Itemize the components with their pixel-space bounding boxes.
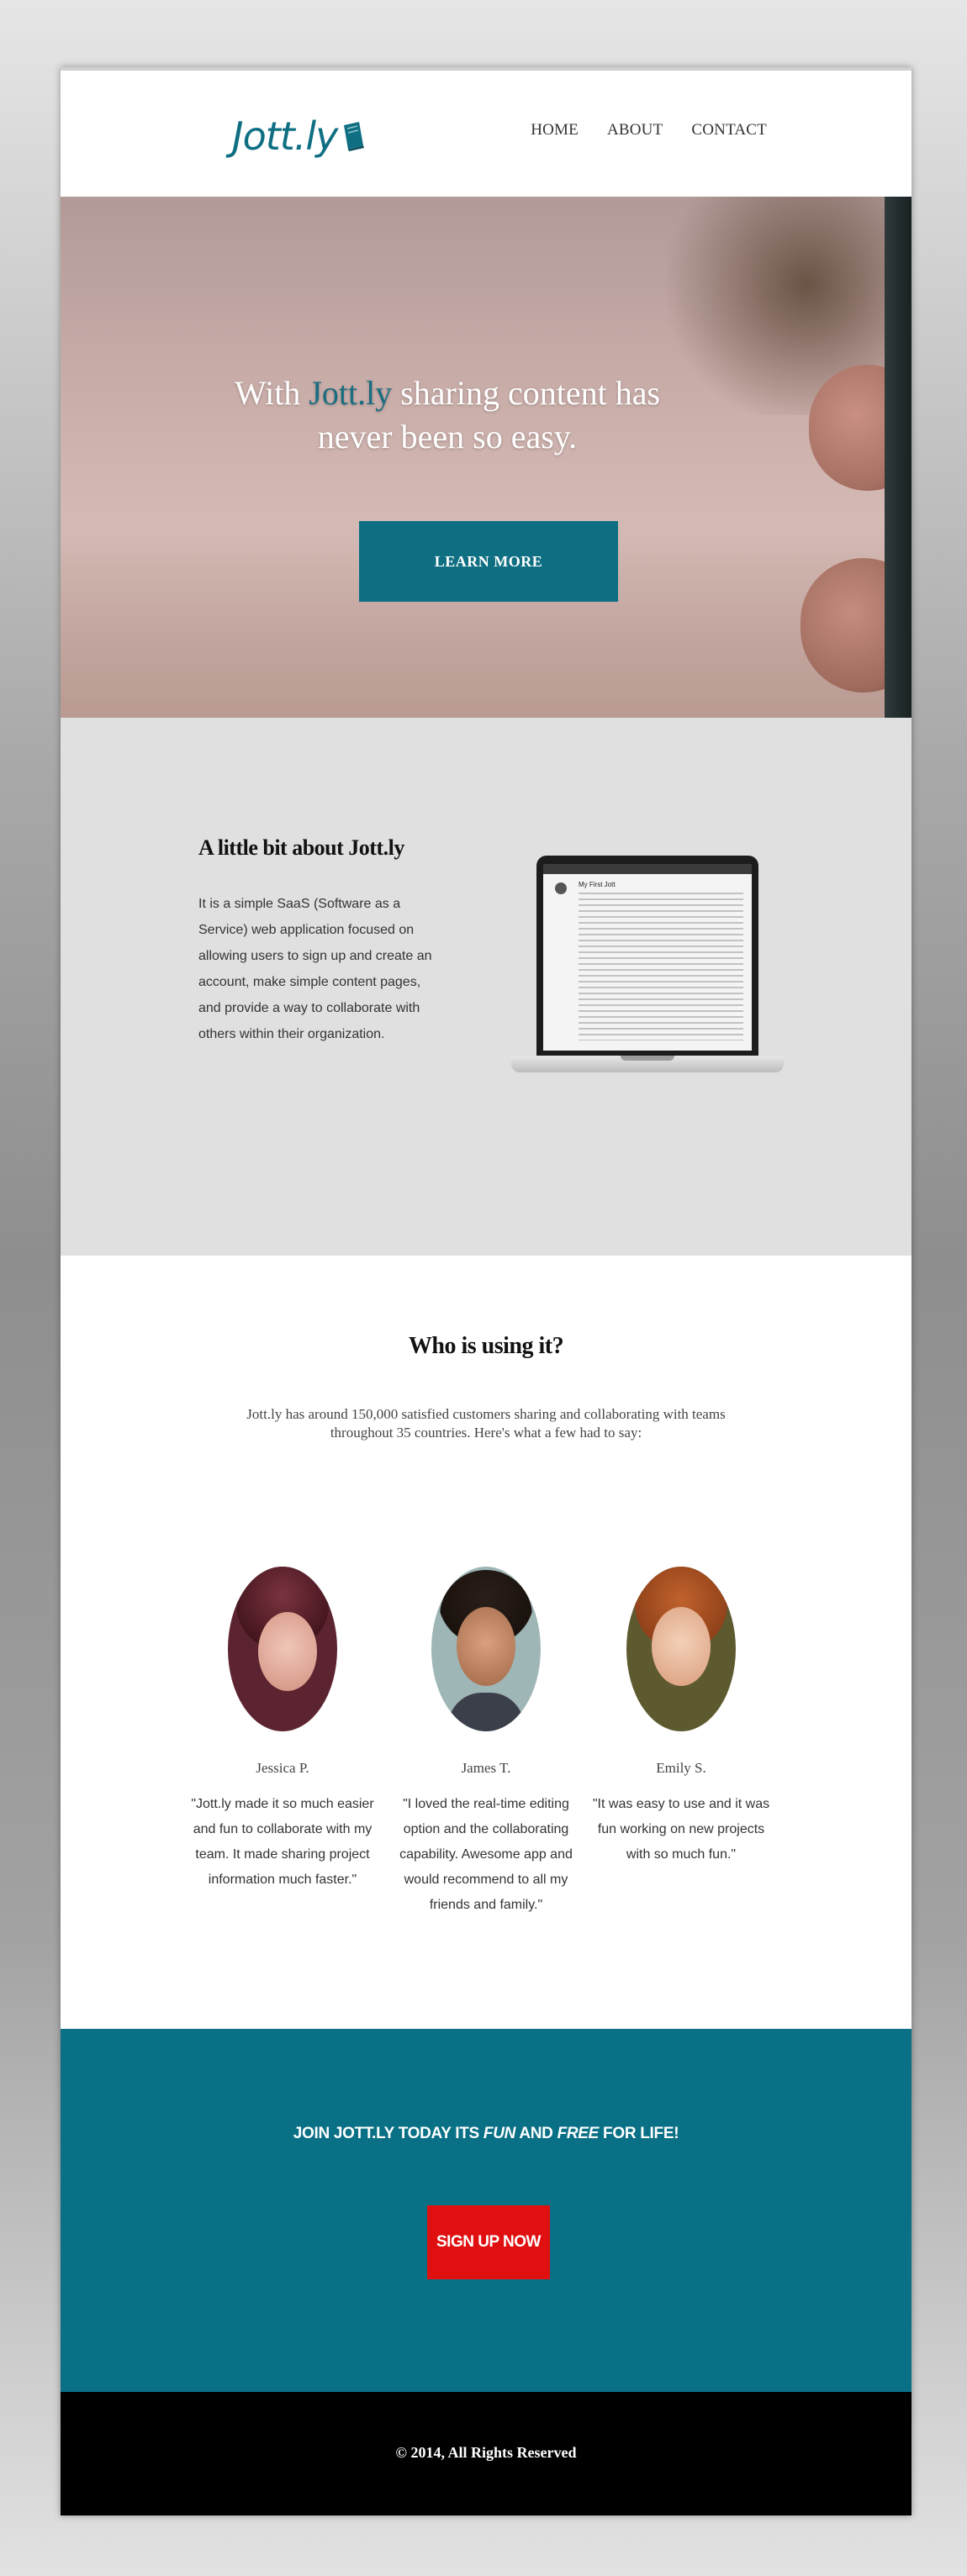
logo-text: Jott.ly xyxy=(232,113,338,159)
notebook-icon xyxy=(341,120,366,152)
testimonials-section: Who is using it? Jott.ly has around 150,… xyxy=(61,1256,912,2029)
signup-cta-section: JOIN JOTT.LY TODAY ITS FUN AND FREE FOR … xyxy=(61,2029,912,2392)
avatar-face xyxy=(652,1607,711,1686)
logo[interactable]: Jott.ly xyxy=(232,103,366,170)
testimonial-name: Jessica P. xyxy=(256,1760,309,1776)
testimonial-quote: "It was easy to use and it was fun worki… xyxy=(592,1797,770,1862)
laptop-text-lines xyxy=(579,893,743,1040)
avatar xyxy=(228,1567,337,1731)
testimonials-heading: Who is using it? xyxy=(408,1333,564,1359)
hero-title: With Jott.ly sharing content has never b… xyxy=(195,371,700,459)
testimonial-card: James T. "I loved the real-time editing … xyxy=(394,1567,579,1918)
about-body: It is a simple SaaS (Software as a Servi… xyxy=(198,897,432,1041)
hero-phone-edge xyxy=(885,197,912,718)
sign-up-button[interactable]: SIGN UP NOW xyxy=(427,2205,550,2279)
about-section: A little bit about Jott.ly It is a simpl… xyxy=(61,718,912,1256)
cta-text-fun: FUN xyxy=(483,2125,516,2142)
cta-text-part: AND xyxy=(515,2125,557,2142)
cta-text-part: FOR LIFE! xyxy=(599,2125,679,2142)
signup-cta-text: JOIN JOTT.LY TODAY ITS FUN AND FREE FOR … xyxy=(61,2125,912,2143)
avatar-face xyxy=(258,1612,317,1691)
avatar xyxy=(431,1567,541,1731)
testimonial-name: Emily S. xyxy=(656,1760,706,1776)
cta-text-part: JOIN JOTT.LY TODAY ITS xyxy=(293,2125,484,2142)
copyright-text: © 2014, All Rights Reserved xyxy=(395,2444,577,2461)
testimonial-card: Jessica P. "Jott.ly made it so much easi… xyxy=(190,1567,375,1893)
testimonial-quote: "I loved the real-time editing option an… xyxy=(399,1797,573,1912)
laptop-doc-title: My First Jott xyxy=(579,881,616,888)
nav-home[interactable]: HOME xyxy=(531,121,579,140)
page-frame: Jott.ly HOME ABOUT CONTACT With Jott.ly … xyxy=(61,67,912,2515)
nav-menu: HOME ABOUT CONTACT xyxy=(531,121,767,140)
laptop-avatar xyxy=(555,882,567,894)
nav-about[interactable]: ABOUT xyxy=(607,121,663,140)
testimonial-quote: "Jott.ly made it so much easier and fun … xyxy=(191,1797,374,1887)
learn-more-button[interactable]: LEARN MORE xyxy=(359,521,618,602)
laptop-notch xyxy=(621,1056,674,1061)
hero-section: With Jott.ly sharing content has never b… xyxy=(61,197,912,718)
avatar xyxy=(626,1567,736,1731)
testimonial-name: James T. xyxy=(461,1760,511,1776)
laptop-browser-bar xyxy=(543,864,752,874)
avatar-face xyxy=(457,1607,515,1686)
about-heading: A little bit about Jott.ly xyxy=(198,835,404,860)
hero-title-prefix: With xyxy=(234,374,309,412)
cta-text-free: FREE xyxy=(557,2125,600,2142)
testimonials-intro: Jott.ly has around 150,000 satisfied cus… xyxy=(246,1406,726,1441)
testimonial-card: Emily S. "It was easy to use and it was … xyxy=(589,1567,774,1867)
laptop-image: My First Jott xyxy=(511,856,784,1081)
nav-contact[interactable]: CONTACT xyxy=(691,121,767,140)
avatar-shirt xyxy=(448,1693,524,1731)
footer: © 2014, All Rights Reserved xyxy=(61,2392,912,2515)
hero-title-brand: Jott.ly xyxy=(309,374,393,412)
top-nav: Jott.ly HOME ABOUT CONTACT xyxy=(61,71,912,197)
